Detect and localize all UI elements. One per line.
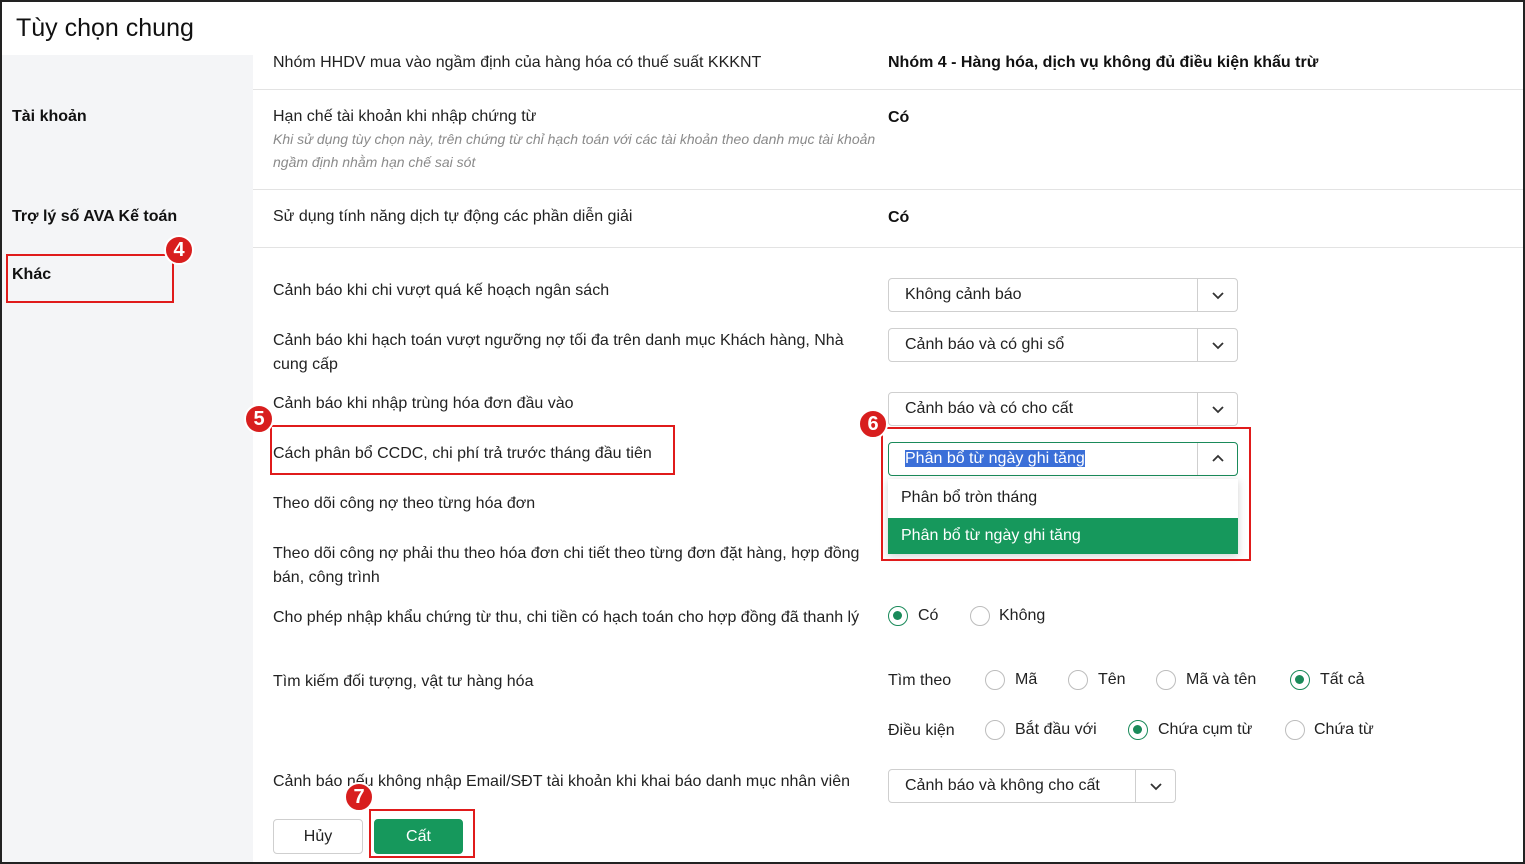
radio-tim-theo-ma-va-ten[interactable] (1156, 670, 1176, 690)
radio-label: Mã (1015, 671, 1038, 688)
radio-tim-theo-tat-ca[interactable] (1290, 670, 1310, 690)
sidebar-item-tai-khoan[interactable]: Tài khoản (12, 108, 87, 126)
step-badge-4: 4 (164, 235, 194, 265)
select-canh-bao-email[interactable]: Cảnh báo và không cho cất (888, 769, 1176, 803)
value-dich-tu-dong: Có (888, 209, 910, 226)
page-title: Tùy chọn chung (16, 14, 194, 42)
radio-label: Tất cả (1320, 671, 1365, 688)
sidebar: Tài khoản Trợ lý số AVA Kế toán Khác (2, 55, 253, 862)
radio-label: Có (918, 607, 939, 624)
radio-label: Không (999, 607, 1046, 624)
cancel-button[interactable]: Hủy (273, 819, 363, 854)
radio-label: Tên (1098, 671, 1126, 688)
select-value: Cảnh báo và không cho cất (905, 777, 1100, 794)
radio-label: Chứa cụm từ (1158, 721, 1253, 738)
radio-dieu-kien-chua-cum-tu[interactable] (1128, 720, 1148, 740)
label-dieu-kien: Điều kiện (888, 722, 955, 739)
label-tim-theo: Tìm theo (888, 672, 952, 689)
select-value: Cảnh báo và có cho cất (905, 400, 1074, 417)
label-nhap-khau-ct: Cho phép nhập khẩu chứng từ thu, chi tiề… (273, 609, 860, 626)
value-nhom-hhdv: Nhóm 4 - Hàng hóa, dịch vụ không đủ điều… (888, 54, 1319, 71)
radio-tim-theo-ten[interactable] (1068, 670, 1088, 690)
chevron-down-icon[interactable] (1197, 279, 1237, 311)
label-nhom-hhdv: Nhóm HHDV mua vào ngầm định của hàng hóa… (273, 54, 762, 71)
radio-dieu-kien-bat-dau[interactable] (985, 720, 1005, 740)
radio-label: Mã và tên (1186, 671, 1257, 688)
label-canh-bao-ngan-sach: Cảnh báo khi chi vượt quá kế hoạch ngân … (273, 282, 610, 299)
divider (253, 89, 1523, 90)
radio-label: Bắt đầu với (1015, 721, 1097, 738)
divider (253, 247, 1523, 248)
hint-han-che-tk: Khi sử dụng tùy chọn này, trên chứng từ … (273, 131, 876, 170)
select-canh-bao-trung-hd[interactable]: Cảnh báo và có cho cất (888, 392, 1238, 426)
radio-label: Chứa từ (1314, 721, 1374, 738)
step-badge-6: 6 (858, 409, 888, 439)
select-value: Không cảnh báo (905, 286, 1022, 303)
divider (253, 189, 1523, 190)
radio-nhap-khau-khong[interactable] (970, 606, 990, 626)
label-canh-bao-trung-hd: Cảnh báo khi nhập trùng hóa đơn đầu vào (273, 395, 574, 412)
label-dich-tu-dong: Sử dụng tính năng dịch tự động các phần … (273, 208, 633, 225)
chevron-down-icon[interactable] (1135, 770, 1175, 802)
chevron-down-icon[interactable] (1197, 329, 1237, 361)
step-badge-7: 7 (344, 782, 374, 812)
label-theo-doi-cong-no: Theo dõi công nợ theo từng hóa đơn (273, 495, 536, 512)
label-theo-doi-cong-no-phai-thu: Theo dõi công nợ phải thu theo hóa đơn c… (273, 545, 860, 586)
radio-tim-theo-ma[interactable] (985, 670, 1005, 690)
label-canh-bao-no: Cảnh báo khi hạch toán vượt ngưỡng nợ tố… (273, 332, 844, 373)
radio-nhap-khau-co[interactable] (888, 606, 908, 626)
sidebar-item-tro-ly-ava[interactable]: Trợ lý số AVA Kế toán (12, 208, 177, 226)
highlight-box-save (369, 809, 475, 858)
select-canh-bao-no[interactable]: Cảnh báo và có ghi sổ (888, 328, 1238, 362)
select-canh-bao-ngan-sach[interactable]: Không cảnh báo (888, 278, 1238, 312)
highlight-box-phan-bo-dropdown (881, 427, 1251, 561)
select-value: Cảnh báo và có ghi sổ (905, 336, 1065, 353)
highlight-box-khac (6, 254, 174, 303)
chevron-down-icon[interactable] (1197, 393, 1237, 425)
label-han-che-tk: Hạn chế tài khoản khi nhập chứng từ (273, 108, 537, 125)
step-badge-5: 5 (244, 404, 274, 434)
label-tim-kiem: Tìm kiếm đối tượng, vật tư hàng hóa (273, 673, 534, 690)
radio-dieu-kien-chua-tu[interactable] (1285, 720, 1305, 740)
highlight-box-phan-bo-label (270, 425, 675, 475)
value-han-che-tk: Có (888, 109, 910, 126)
